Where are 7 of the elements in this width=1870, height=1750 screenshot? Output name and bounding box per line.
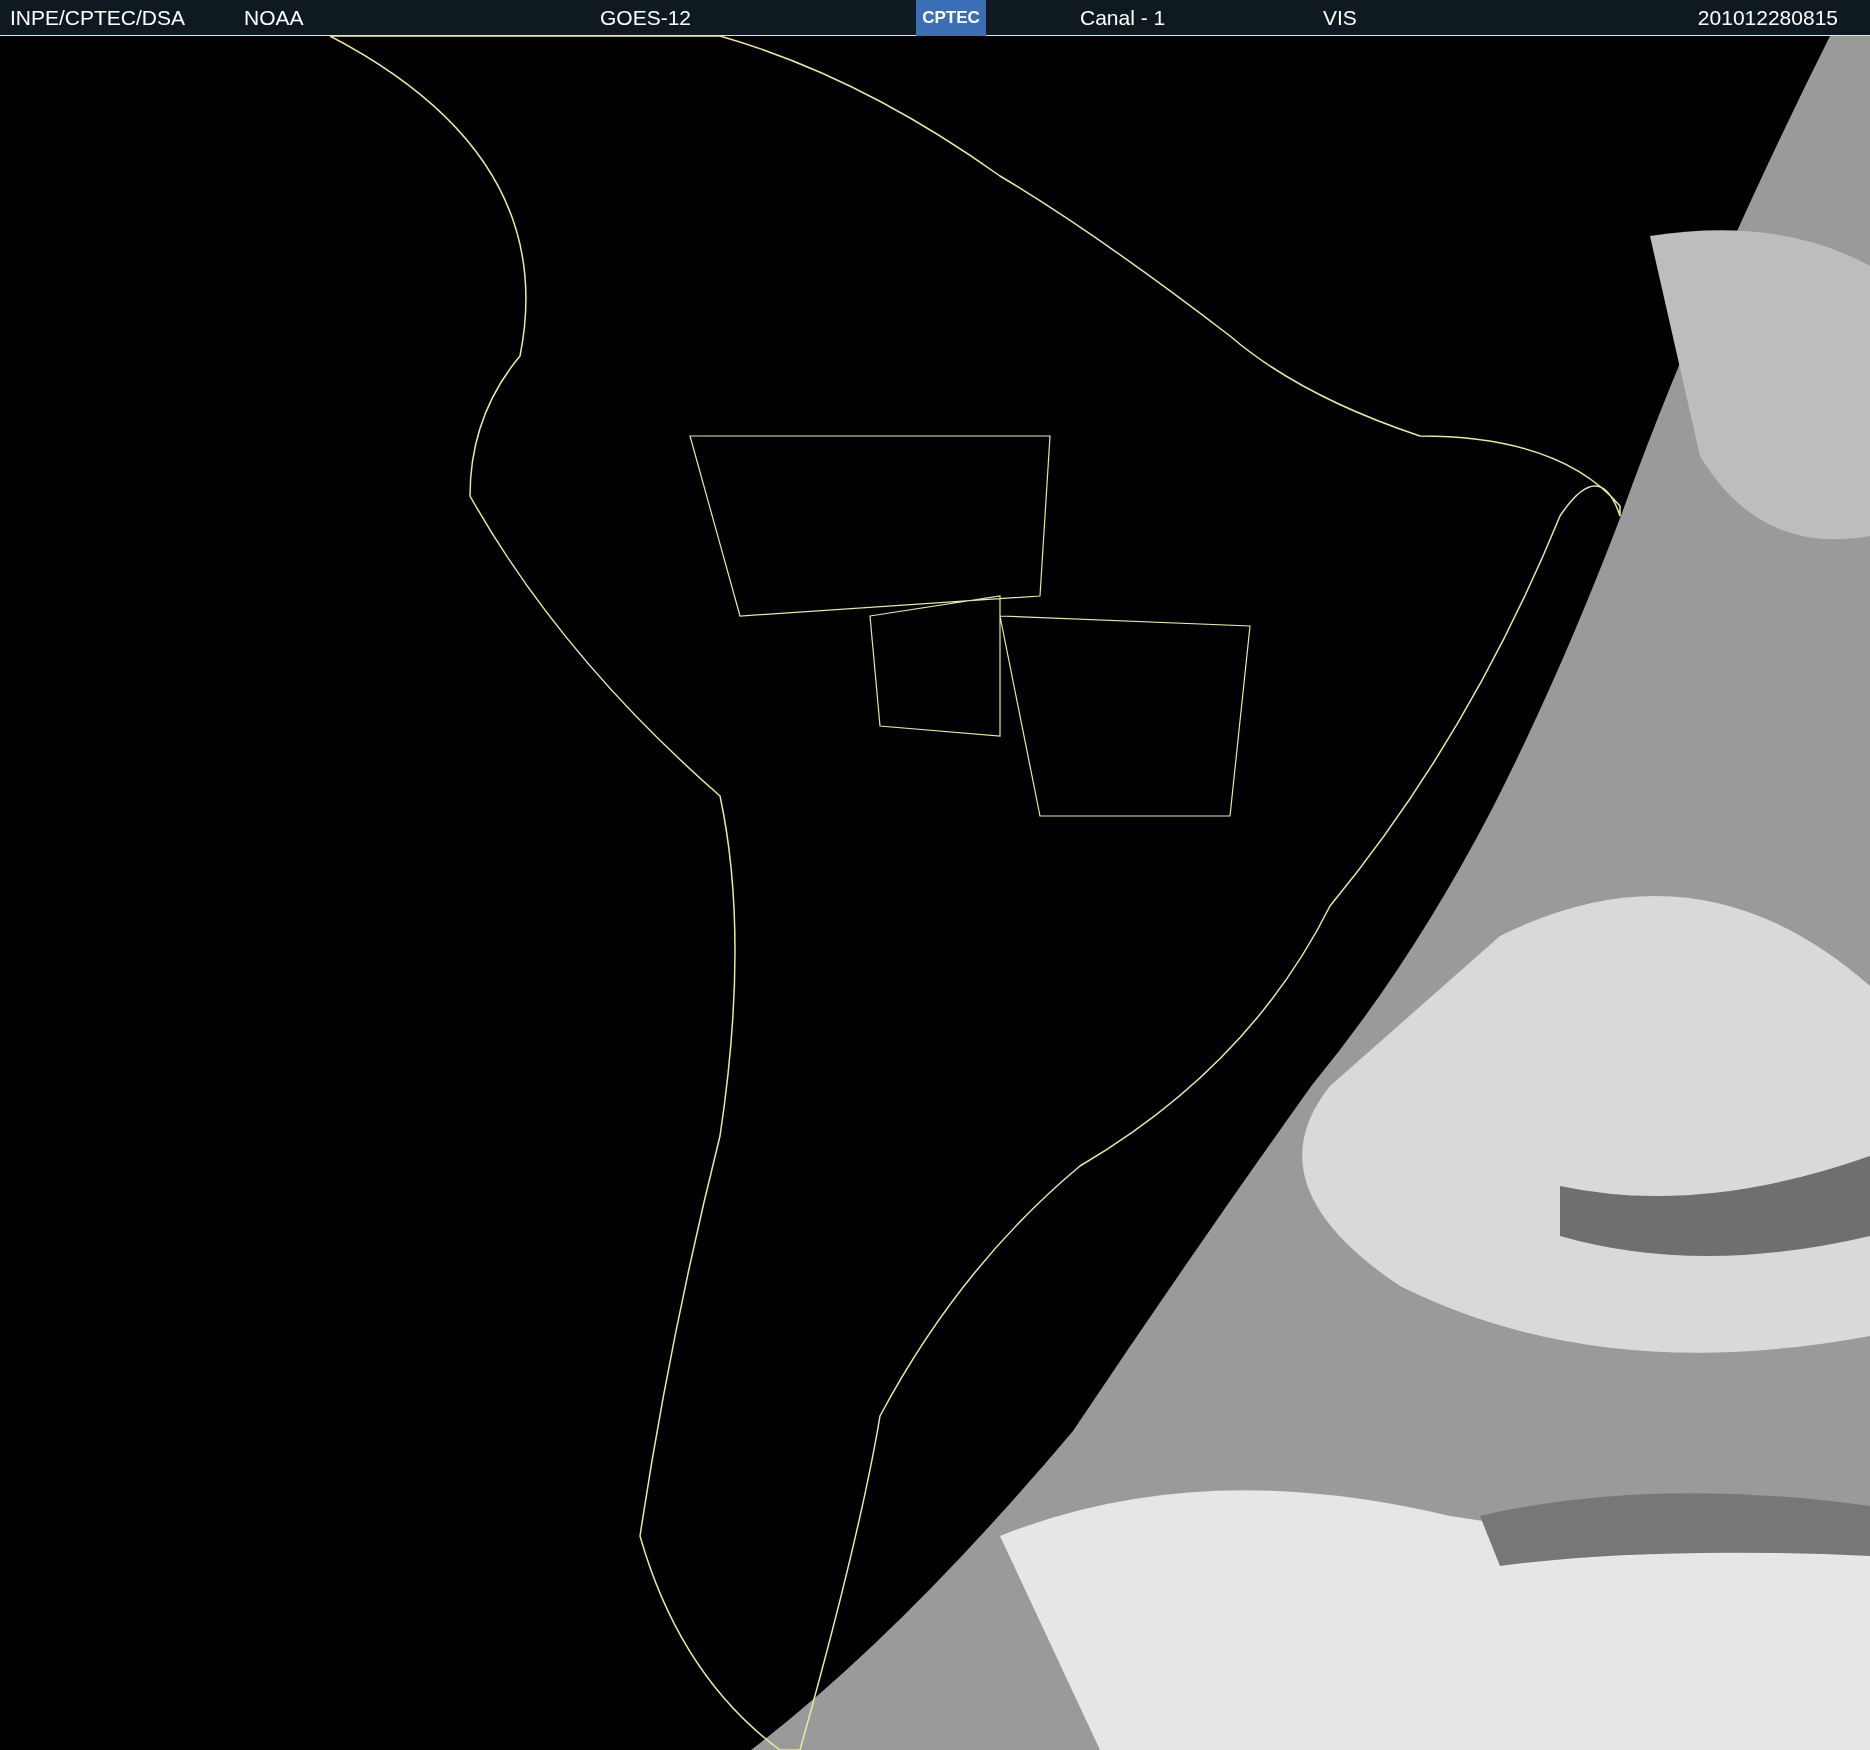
agency-label: NOAA	[244, 5, 305, 30]
source-label: INPE/CPTEC/DSA	[10, 5, 187, 30]
timestamp-label: 201012280815	[1697, 5, 1838, 30]
logo: CPTEC	[916, 0, 986, 36]
band-label: VIS	[1323, 5, 1358, 30]
channel-label: Canal - 1	[1080, 5, 1167, 30]
satellite-label: GOES-12	[600, 5, 693, 30]
